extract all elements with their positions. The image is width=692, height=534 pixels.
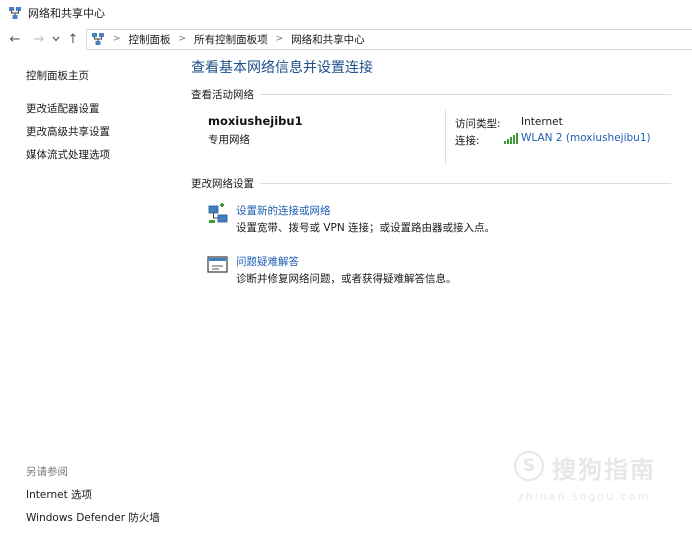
forward-button[interactable]: → [30,29,48,49]
network-center-icon [9,7,21,19]
breadcrumb-control-panel[interactable]: 控制面板 [129,32,171,47]
vertical-divider [445,110,446,164]
see-also-internet-options[interactable]: Internet 选项 [26,487,160,502]
breadcrumb-separator: > [113,34,121,44]
see-also-title: 另请参阅 [26,466,68,478]
access-type-value: Internet [521,116,563,128]
recent-locations-button[interactable] [50,29,62,49]
window-title: 网络和共享中心 [28,7,105,20]
troubleshoot-link[interactable]: 问题疑难解答 [236,254,299,269]
setup-connection-link[interactable]: 设置新的连接或网络 [236,203,331,218]
navigation-bar: ← → ↑ > 控制面板 > 所有控制面板项 > 网络和共享中心 [0,27,692,51]
active-network-label: 查看活动网络 [191,89,254,101]
wifi-signal-icon [504,133,518,144]
address-bar[interactable]: > 控制面板 > 所有控制面板项 > 网络和共享中心 [86,28,692,50]
breadcrumb-separator: > [275,34,284,44]
network-type: 专用网络 [208,134,250,146]
connection-link[interactable]: WLAN 2 (moxiushejibu1) [521,132,651,144]
sidebar-item-control-panel-home[interactable]: 控制面板主页 [26,68,176,83]
troubleshoot-description: 诊断并修复网络问题，或者获得疑难解答信息。 [236,273,457,285]
watermark-logo: S [514,451,544,481]
setup-connection-description: 设置宽带、拨号或 VPN 连接；或设置路由器或接入点。 [236,222,496,234]
see-also-firewall[interactable]: Windows Defender 防火墙 [26,510,160,525]
breadcrumb-network-center[interactable]: 网络和共享中心 [291,32,365,47]
access-type-label: 访问类型: [455,118,501,130]
sidebar-item-advanced-sharing[interactable]: 更改高级共享设置 [26,124,176,139]
page-title: 查看基本网络信息并设置连接 [191,60,373,76]
change-settings-label: 更改网络设置 [191,178,254,190]
sidebar-item-adapter-settings[interactable]: 更改适配器设置 [26,101,176,116]
up-button[interactable]: ↑ [64,29,82,49]
breadcrumb-separator: > [178,34,187,44]
tasks-list: 设置新的连接或网络 设置宽带、拨号或 VPN 连接；或设置路由器或接入点。 问题… [191,199,671,319]
watermark: S 搜狗指南 zhinan.sogou.com [512,446,682,508]
sidebar-item-media-streaming[interactable]: 媒体流式处理选项 [26,147,176,162]
control-panel-icon [92,33,104,45]
sidebar: 控制面板主页 更改适配器设置 更改高级共享设置 媒体流式处理选项 [26,60,176,162]
troubleshoot-icon [207,256,228,273]
section-divider [260,94,671,95]
see-also: 另请参阅 Internet 选项 Windows Defender 防火墙 [26,464,160,525]
change-settings-header: 更改网络设置 [191,176,671,191]
active-network-header: 查看活动网络 [191,87,671,102]
title-bar: 网络和共享中心 [0,0,692,26]
new-connection-icon [208,203,228,223]
section-divider [260,183,671,184]
connection-label: 连接: [455,135,480,147]
breadcrumb-all-items[interactable]: 所有控制面板项 [194,32,268,47]
watermark-text: 搜狗指南 [552,456,656,484]
main-content: 查看基本网络信息并设置连接 查看活动网络 moxiushejibu1 专用网络 … [191,57,671,319]
chevron-down-icon [52,36,60,42]
back-button[interactable]: ← [6,29,24,49]
active-network-panel: moxiushejibu1 专用网络 访问类型: Internet 连接: WL… [191,110,671,172]
watermark-url: zhinan.sogou.com [518,490,651,503]
network-name: moxiushejibu1 [208,114,303,128]
